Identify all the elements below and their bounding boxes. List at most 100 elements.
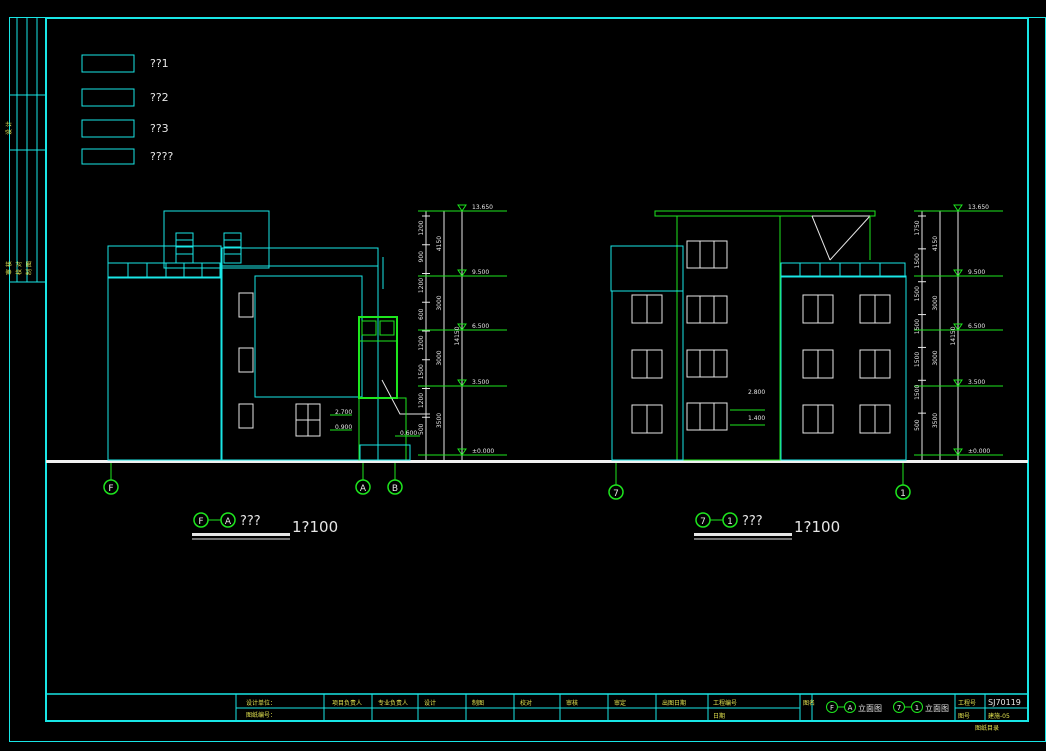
left-step-box [358, 397, 407, 461]
right-core-window-mullion [699, 350, 715, 377]
right-dim-seg-label: 1750 [914, 220, 921, 235]
drawing-canvas: 设 计 审 核 校 对 制 图 ??1 ??2 ??3 ???? 2.700 0… [5, 17, 1046, 742]
left-level-mark: 13.650 [472, 204, 493, 211]
axis-label-f: F [108, 484, 113, 494]
left-title-from: F [198, 517, 203, 527]
left-dim-label: 3000 [436, 350, 443, 365]
left-dim-seg-label: 1200 [418, 220, 425, 235]
legend-swatch-4 [81, 148, 135, 165]
left-inner-mark-2: 0.900 [335, 424, 352, 431]
side-strip-text-2: 审 核 [5, 261, 13, 275]
left-title-to: A [225, 517, 232, 527]
tb-bubble-2-text: A [848, 704, 853, 712]
left-dim-label: 3000 [436, 295, 443, 310]
legend-label-3: ??3 [150, 122, 169, 135]
legend-swatch-1 [81, 54, 135, 73]
title-block-cells: 设计单位： 项目负责人 专业负责人 设计 制图 校对 审核 审定 出图日期 工程编号日期 [246, 699, 737, 720]
right-core-window-mullion [699, 241, 715, 268]
title-block-sheet-label: 图名 [803, 699, 815, 707]
left-dimensions: 13.650 9.500 6.500 3.500 ±0.000 4150 3000 3000 3… [418, 204, 507, 460]
title-block-cell: 出图日期 [662, 699, 686, 707]
left-tower-window-1 [175, 232, 194, 264]
left-level-mark: ±0.000 [472, 448, 494, 455]
right-level-mark: 6.500 [968, 323, 985, 330]
right-dim-label: 3500 [932, 413, 939, 428]
title-block-cell: 审核 [566, 699, 578, 707]
right-core-window [686, 402, 728, 431]
right-core-window [686, 349, 728, 378]
right-dim-seg-label: 1500 [914, 319, 921, 334]
project-no-label: 工程号 [958, 699, 976, 707]
left-inner-mark-3: 0.600 [400, 430, 417, 437]
right-title-underline [694, 533, 792, 536]
right-core-window [686, 240, 728, 269]
left-level-triangle [457, 204, 467, 212]
right-windows [631, 240, 891, 434]
axis-label-a: A [360, 484, 367, 494]
left-window-2 [238, 347, 254, 373]
right-dim-seg-label: 1500 [914, 253, 921, 268]
title-block-cell: 工程编号 [713, 699, 737, 707]
tb-bubble-4-text: 1 [915, 704, 919, 712]
right-dim-label: 3000 [932, 350, 939, 365]
axis-label-1: 1 [900, 489, 906, 499]
right-core-window-mullion [699, 403, 715, 430]
left-elevation: 2.700 0.900 0.600 F A B F A ??? 1?100 13… [103, 204, 507, 540]
right-level-mark: ±0.000 [968, 448, 990, 455]
bottom-note: 图纸目录 [975, 724, 999, 732]
right-stone-left-cap [610, 245, 684, 292]
side-strip-text-1: 设 计 [5, 121, 13, 135]
left-dim-seg-label: 900 [418, 251, 425, 263]
title-block-cell: 专业负责人 [378, 699, 408, 707]
tb-sheet-name-2: 立面图 [925, 703, 949, 713]
legend-label-4: ???? [150, 150, 174, 163]
right-dim-label: 3000 [932, 295, 939, 310]
left-inner-mark-1: 2.700 [335, 409, 352, 416]
title-block-cell: 设计单位： [246, 699, 276, 707]
right-view-scale: 1?100 [794, 518, 840, 536]
left-window-1 [238, 292, 254, 318]
drawing-no-label: 图号 [958, 713, 970, 720]
axis-label-7: 7 [613, 489, 619, 499]
right-title-to: 1 [727, 517, 733, 527]
right-dim-seg-label: 1500 [914, 384, 921, 399]
left-dim-seg-label: 1200 [418, 393, 425, 408]
left-orange-panel [254, 275, 363, 398]
tb-bubble-1-text: F [830, 704, 834, 712]
left-dim-label: 3500 [436, 413, 443, 428]
legend-label-1: ??1 [150, 57, 169, 70]
project-no: SJ70119 [988, 698, 1021, 707]
left-level-mark: 3.500 [472, 379, 489, 386]
title-block-cell: 审定 [614, 699, 626, 707]
right-core-window [686, 295, 728, 324]
title-block: 设计单位： 项目负责人 专业负责人 设计 制图 校对 审核 审定 出图日期 工程编号日期 图纸编号… [45, 693, 1029, 732]
title-block-cell: 制图 [472, 699, 484, 707]
title-block-cell: 项目负责人 [332, 699, 362, 707]
left-dim-seg-label: 1500 [418, 364, 425, 379]
title-block-cell: 设计 [424, 699, 436, 707]
tb-sheet-name-1: 立面图 [858, 703, 882, 713]
left-entry-glass-2 [379, 320, 395, 336]
right-title-from: 7 [700, 517, 706, 527]
right-core-window-mullion [699, 296, 715, 323]
left-dim-seg-label: 500 [418, 423, 425, 435]
left-view-title: ??? [240, 514, 261, 529]
right-level-mark: 9.500 [968, 269, 985, 276]
right-dim-seg-label: 500 [914, 419, 921, 431]
left-view-scale: 1?100 [292, 518, 338, 536]
left-stone-wing [107, 277, 222, 461]
left-dim-seg-label: 1200 [418, 335, 425, 350]
left-title-underline [192, 533, 290, 536]
left-dim-seg-label: 1200 [418, 278, 425, 293]
left-main-wall [221, 265, 379, 461]
side-strip: 设 计 审 核 校 对 制 图 [5, 18, 46, 283]
axis-label-b: B [392, 484, 398, 494]
right-level-mark: 13.650 [968, 204, 989, 211]
right-roof-slab [654, 210, 876, 217]
right-level-mark: 3.500 [968, 379, 985, 386]
legend-label-2: ??2 [150, 91, 169, 104]
right-dim-total: 14150 [950, 326, 957, 345]
right-inner-mark-1: 2.800 [748, 389, 765, 396]
tb-bubble-3-text: 7 [897, 704, 901, 712]
side-strip-text-3: 校 对 [15, 261, 23, 275]
